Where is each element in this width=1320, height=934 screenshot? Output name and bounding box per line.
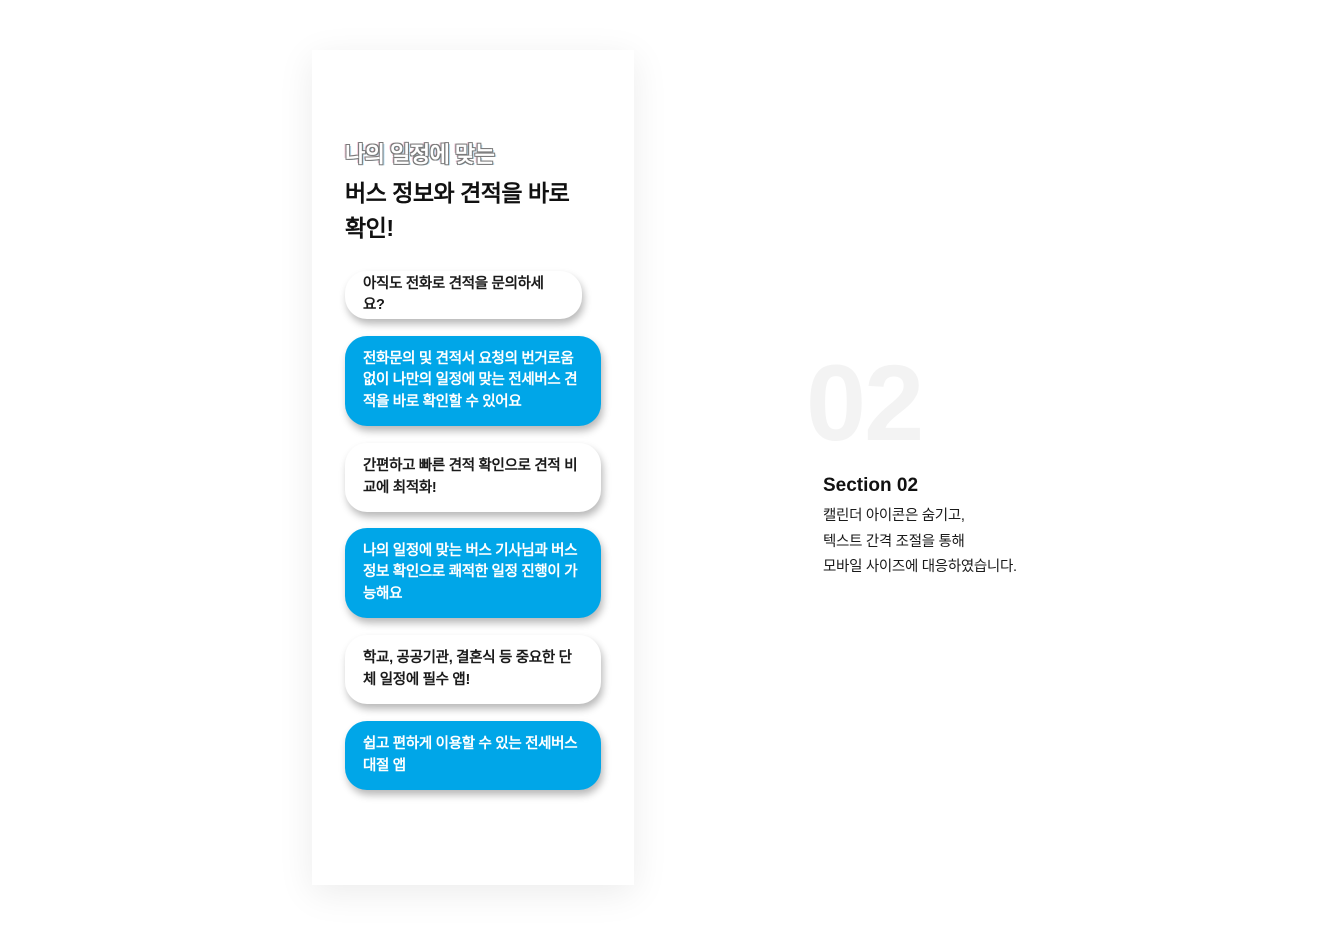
headline-main-text: 버스 정보와 견적을 바로 확인! (345, 180, 570, 241)
section-number-watermark: 02 (806, 342, 924, 463)
chat-bubble: 나의 일정에 맞는 버스 기사님과 버스 정보 확인으로 쾌적한 일정 진행이 … (345, 528, 601, 618)
chat-bubble-text: 전화문의 및 견적서 요청의 번거로움 없이 나만의 일정에 맞는 전세버스 견… (363, 350, 578, 410)
section-description-line: 텍스트 간격 조절을 통해 (823, 533, 965, 550)
mobile-preview-card: 나의 일정에 맞는 버스 정보와 견적을 바로 확인! 아직도 전화로 견적을 … (312, 50, 634, 885)
chat-bubble-text: 간편하고 빠른 견적 확인으로 견적 비교에 최적화! (363, 458, 578, 496)
chat-bubble: 전화문의 및 견적서 요청의 번거로움 없이 나만의 일정에 맞는 전세버스 견… (345, 336, 601, 426)
headline-outline-text: 나의 일정에 맞는 (345, 142, 495, 167)
chat-bubble: 아직도 전화로 견적을 문의하세요? (345, 271, 582, 319)
chat-bubble: 간편하고 빠른 견적 확인으로 견적 비교에 최적화! (345, 443, 601, 512)
section-title: Section 02 (823, 475, 919, 496)
page: 나의 일정에 맞는 버스 정보와 견적을 바로 확인! 아직도 전화로 견적을 … (0, 0, 1320, 934)
chat-bubble-text: 쉽고 편하게 이용할 수 있는 전세버스 대절 앱 (363, 736, 578, 774)
section-description-line: 모바일 사이즈에 대응하였습니다. (823, 559, 1017, 575)
chat-bubble: 학교, 공공기관, 결혼식 등 중요한 단체 일정에 필수 앱! (345, 635, 601, 704)
card-headline: 나의 일정에 맞는 버스 정보와 견적을 바로 확인! (345, 142, 615, 246)
chat-bubble-text: 학교, 공공기관, 결혼식 등 중요한 단체 일정에 필수 앱! (363, 650, 572, 688)
chat-bubble-text: 나의 일정에 맞는 버스 기사님과 버스 정보 확인으로 쾌적한 일정 진행이 … (363, 542, 578, 602)
section-description: 캘린더 아이콘은 숨기고, 텍스트 간격 조절을 통해 모바일 사이즈에 대응하… (823, 504, 1017, 581)
chat-bubble-text: 아직도 전화로 견적을 문의하세요? (363, 275, 544, 314)
chat-bubble: 쉽고 편하게 이용할 수 있는 전세버스 대절 앱 (345, 721, 601, 790)
section-description-line: 캘린더 아이콘은 숨기고, (823, 508, 965, 524)
